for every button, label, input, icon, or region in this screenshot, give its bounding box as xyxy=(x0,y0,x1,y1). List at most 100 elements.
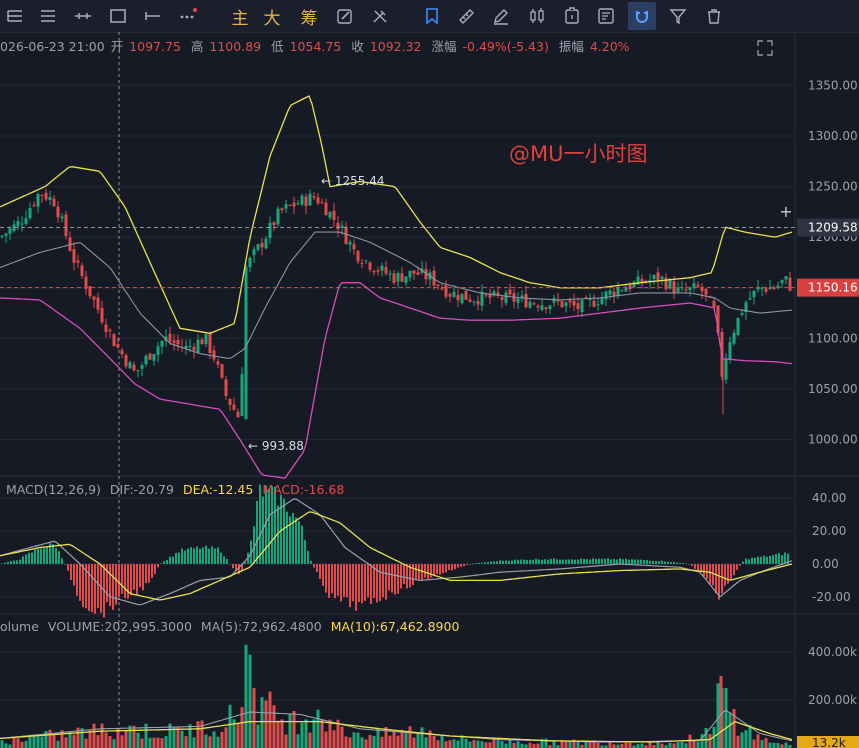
volume-bar xyxy=(520,743,524,748)
volume-bar xyxy=(276,720,280,748)
candle-body xyxy=(0,235,4,237)
macd-histogram-bar xyxy=(676,562,678,564)
candle-body xyxy=(336,222,340,230)
macd-histogram-bar xyxy=(370,563,372,604)
volume-bar xyxy=(240,707,244,748)
volume-bar xyxy=(532,744,536,748)
candle-body xyxy=(360,263,364,265)
volume-bar xyxy=(256,724,260,748)
volume-bar xyxy=(756,734,760,748)
macd-histogram-bar xyxy=(760,556,762,564)
macd-histogram-bar xyxy=(199,548,201,564)
macd-histogram-bar xyxy=(469,563,471,565)
candle-body xyxy=(352,244,356,250)
volume-bar xyxy=(224,727,228,748)
macd-histogram-bar xyxy=(436,563,438,574)
candle-body xyxy=(172,340,176,344)
macd-histogram-bar xyxy=(130,563,132,596)
volume-bar xyxy=(516,741,520,748)
candle-body xyxy=(452,291,456,298)
macd-histogram-bar xyxy=(325,563,327,593)
macd-histogram-bar xyxy=(214,548,216,564)
candle-body xyxy=(412,270,416,274)
volume-bar xyxy=(28,736,32,748)
add-alert-icon[interactable]: + xyxy=(776,203,796,221)
volume-bar xyxy=(472,739,476,748)
volume-bar xyxy=(68,732,72,748)
candle-body xyxy=(368,262,372,270)
macd-histogram-bar xyxy=(310,560,312,564)
candle-body xyxy=(160,341,164,347)
macd-histogram-bar xyxy=(340,563,342,602)
candle-body xyxy=(404,276,408,283)
macd-histogram-bar xyxy=(625,558,627,564)
candle-body xyxy=(300,195,304,205)
candle-body xyxy=(64,214,68,237)
macd-histogram-bar xyxy=(742,561,744,564)
candle-body xyxy=(236,411,240,418)
macd-histogram-bar xyxy=(496,561,498,564)
volume-bar xyxy=(476,740,480,748)
volume-bar xyxy=(4,743,8,748)
volume-bar xyxy=(20,741,24,748)
macd-histogram-bar xyxy=(229,563,231,565)
macd-histogram-bar xyxy=(517,559,519,564)
volume-bar xyxy=(768,742,772,748)
candle-body xyxy=(44,192,48,200)
low-annotation: ← 993.88 xyxy=(248,439,304,453)
candle-body xyxy=(660,276,664,279)
volume-bar xyxy=(248,654,252,748)
macd-histogram-bar xyxy=(193,548,195,564)
candle-body xyxy=(628,285,632,290)
crosshair-price-label: 1209.58 xyxy=(808,220,858,234)
candle-body xyxy=(212,350,216,360)
volume-bar xyxy=(212,731,216,748)
candle-body xyxy=(116,344,120,348)
macd-histogram-bar xyxy=(610,559,612,564)
candle-body xyxy=(288,204,292,206)
macd-histogram-bar xyxy=(439,563,441,575)
macd-histogram-bar xyxy=(169,556,171,564)
volume-bar xyxy=(156,737,160,748)
volume-bar xyxy=(404,731,408,748)
macd-histogram-bar xyxy=(529,559,531,564)
macd-histogram-bar xyxy=(688,563,690,565)
volume-bar xyxy=(620,743,624,748)
volume-bar xyxy=(140,738,144,748)
macd-histogram-bar xyxy=(67,563,69,571)
macd-histogram-bar xyxy=(640,559,642,564)
volume-bar xyxy=(236,723,240,748)
stock-chart[interactable]: ← 1255.44 ← 993.88 1350.00 1300.00 1250.00 12… xyxy=(0,0,859,748)
macd-histogram-bar xyxy=(10,560,12,564)
candle-body xyxy=(104,324,108,332)
macd-histogram-bar xyxy=(70,563,72,581)
macd-histogram-bar xyxy=(667,561,669,564)
fullscreen-icon[interactable] xyxy=(755,38,775,58)
macd-histogram-bar xyxy=(616,559,618,564)
macd-histogram-bar xyxy=(286,511,288,564)
candle-body xyxy=(464,290,468,300)
candle-body xyxy=(120,350,124,355)
macd-histogram-bar xyxy=(535,558,537,564)
macd-histogram-bar xyxy=(445,563,447,573)
macd-histogram-bar xyxy=(52,544,54,564)
macd-tick-label: 0.00 xyxy=(812,557,839,571)
macd-histogram-bar xyxy=(319,563,321,579)
candle-body xyxy=(276,208,280,225)
macd-histogram-bar xyxy=(769,555,771,564)
volume-bar xyxy=(36,736,40,748)
volume-bar xyxy=(308,732,312,748)
candle-body xyxy=(684,289,688,291)
candle-body xyxy=(36,194,40,207)
volume-bar xyxy=(108,736,112,748)
candle-body xyxy=(284,204,288,209)
candle-body xyxy=(504,292,508,304)
macd-histogram-bar xyxy=(175,552,177,564)
macd-histogram-bar xyxy=(145,563,147,584)
candle-body xyxy=(600,297,604,305)
macd-histogram-bar xyxy=(565,559,567,564)
volume-bar xyxy=(196,721,200,748)
macd-histogram-bar xyxy=(766,556,768,564)
volume-bar xyxy=(128,725,132,748)
macd-histogram-bar xyxy=(457,563,459,568)
